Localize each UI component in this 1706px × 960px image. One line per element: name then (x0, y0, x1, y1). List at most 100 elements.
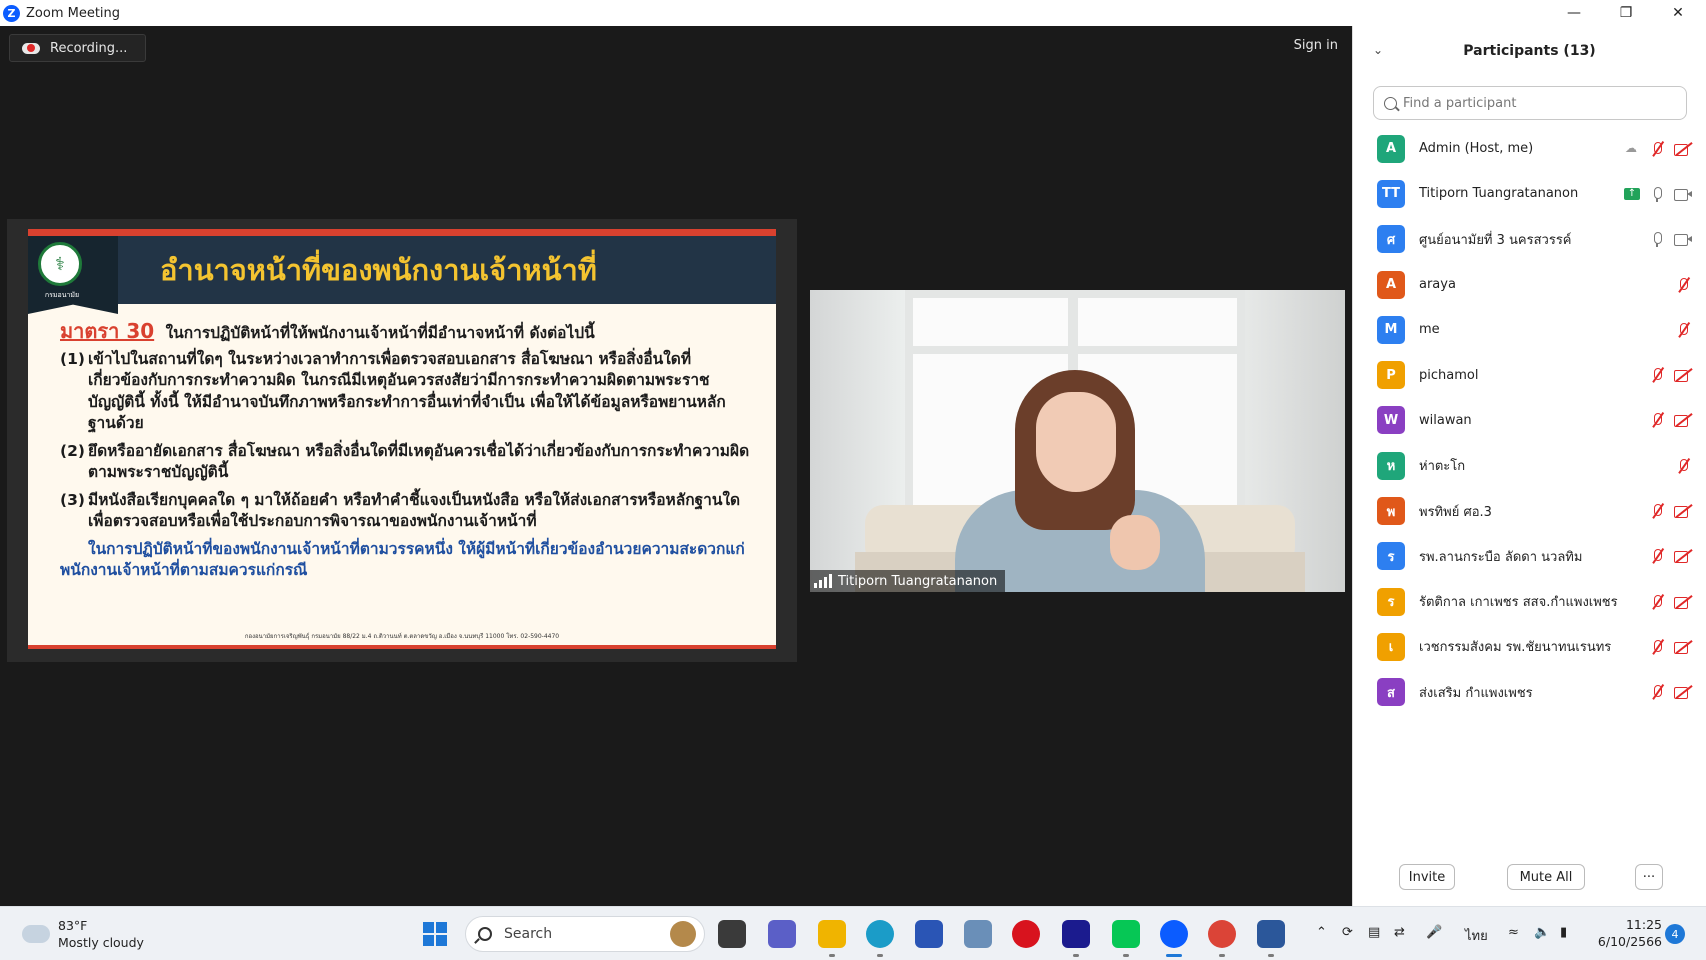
participant-status-icons: ↑ (1624, 186, 1692, 202)
slide-footer: กองอนามัยการเจริญพันธุ์ กรมอนามัย 88/22 … (244, 633, 560, 640)
participants-header: ⌄ Participants (13) (1353, 26, 1706, 76)
minimize-icon[interactable]: — (1548, 0, 1600, 26)
participant-search-input[interactable] (1403, 95, 1673, 111)
participant-row[interactable]: Mme (1353, 307, 1706, 352)
participant-row[interactable]: ส ส่งเสริม กำแพงเพชร (1353, 670, 1706, 715)
microphone-muted-icon[interactable] (1648, 639, 1666, 655)
wifi-icon[interactable]: ≈ (1508, 925, 1519, 940)
video-off-icon[interactable] (1674, 503, 1692, 519)
participant-name: รพ.ลานกระบือ ลัดดา นวลทิม (1419, 549, 1583, 565)
participant-row[interactable]: A Admin (Host, me) ☁ (1353, 126, 1706, 171)
recording-indicator[interactable]: Recording... (9, 34, 146, 62)
search-icon (478, 927, 492, 941)
opera-browser-icon[interactable] (1012, 920, 1040, 948)
sign-in-button[interactable]: Sign in (1294, 38, 1338, 53)
microphone-icon[interactable] (1648, 186, 1666, 202)
participants-footer: Invite Mute All ··· (1353, 864, 1706, 900)
shared-screen[interactable]: ⚕ กรมอนามัย อำนาจหน้าที่ของพนักงานเจ้าหน… (7, 219, 797, 662)
volume-muted-icon[interactable]: 🔈 (1534, 925, 1550, 940)
video-off-icon[interactable] (1674, 367, 1692, 383)
avatar: W (1377, 406, 1405, 435)
video-off-icon[interactable] (1674, 639, 1692, 655)
participant-row[interactable]: ร รพ.ลานกระบือ ลัดดา นวลทิม (1353, 534, 1706, 579)
video-off-icon[interactable] (1674, 548, 1692, 564)
participant-status-icons (1674, 277, 1692, 293)
microphone-muted-icon[interactable] (1648, 141, 1666, 157)
weather-temperature: 83°F (58, 918, 88, 933)
video-name-tag: Titiporn Tuangratananon (810, 570, 1006, 592)
health-emblem-icon: ⚕ (38, 242, 82, 286)
chevron-down-icon[interactable]: ⌄ (1373, 43, 1383, 57)
participant-status-icons (1648, 684, 1692, 700)
system-clock[interactable]: 11:25 6/10/2566 (1594, 916, 1662, 950)
restore-icon[interactable]: ❐ (1600, 0, 1652, 26)
line-app-icon[interactable] (1112, 920, 1140, 957)
participant-status-icons: ☁ (1622, 141, 1692, 157)
participant-status-icons (1648, 594, 1692, 610)
participant-row[interactable]: พ พรทิพย์ ศอ.3 (1353, 488, 1706, 533)
file-explorer-icon[interactable] (818, 920, 846, 957)
participant-row[interactable]: ร รัตติกาล เกาเพชร สสจ.กำแพงเพชร (1353, 579, 1706, 624)
webex-icon[interactable] (1062, 920, 1090, 957)
video-off-icon[interactable] (1674, 594, 1692, 610)
participant-search[interactable] (1373, 86, 1687, 120)
title-bar: Z Zoom Meeting — ❐ ✕ (0, 0, 1706, 26)
edge-browser-icon[interactable] (866, 920, 894, 957)
video-off-icon[interactable] (1674, 684, 1692, 700)
slide-body: มาตรา 30 ในการปฏิบัติหน้าที่ให้พนักงานเจ… (60, 320, 750, 582)
avatar: พ (1377, 497, 1405, 526)
toggle-icon[interactable]: ⇄ (1394, 925, 1405, 940)
word-app-icon[interactable] (1257, 920, 1285, 957)
participant-row[interactable]: ห ห่าตะโก (1353, 443, 1706, 488)
taskbar-search[interactable]: Search (465, 916, 705, 952)
chevron-up-icon[interactable]: ⌃ (1316, 925, 1327, 940)
invite-button[interactable]: Invite (1399, 864, 1455, 890)
microphone-muted-icon[interactable] (1648, 367, 1666, 383)
participant-row[interactable]: Aaraya (1353, 262, 1706, 307)
participant-row[interactable]: Wwilawan (1353, 398, 1706, 443)
windows-start-icon[interactable] (423, 922, 447, 946)
participant-row[interactable]: Ppichamol (1353, 352, 1706, 397)
participant-row[interactable]: TT Titiporn Tuangratananon ↑ (1353, 171, 1706, 216)
microphone-icon[interactable]: 🎤 (1426, 925, 1442, 940)
microphone-muted-icon[interactable] (1648, 503, 1666, 519)
avatar: เ (1377, 632, 1405, 661)
participant-row[interactable]: เ เวชกรรมสังคม รพ.ชัยนาทนเรนทร (1353, 624, 1706, 669)
sync-icon[interactable]: ⟳ (1342, 925, 1353, 940)
photos-app-icon[interactable] (964, 920, 992, 948)
microphone-muted-icon[interactable] (1648, 412, 1666, 428)
meter-icon[interactable]: ▤ (1368, 925, 1380, 940)
notification-badge[interactable]: 4 (1665, 924, 1685, 944)
video-icon[interactable] (1674, 231, 1692, 247)
video-icon[interactable] (1674, 186, 1692, 202)
zoom-app-icon[interactable] (1160, 920, 1188, 957)
video-off-icon[interactable] (1674, 141, 1692, 157)
battery-icon[interactable]: ▮ (1560, 925, 1567, 940)
task-view-icon[interactable] (718, 920, 746, 948)
teams-chat-icon[interactable] (768, 920, 796, 948)
microphone-muted-icon[interactable] (1674, 322, 1692, 338)
microphone-muted-icon[interactable] (1648, 684, 1666, 700)
microsoft-store-icon[interactable] (915, 920, 943, 948)
microphone-muted-icon[interactable] (1674, 277, 1692, 293)
section-text: ในการปฏิบัติหน้าที่ให้พนักงานเจ้าหน้าที่… (165, 324, 595, 342)
avatar: ร (1377, 542, 1405, 571)
speaker-video-tile[interactable]: Titiporn Tuangratananon (810, 290, 1345, 592)
weather-widget[interactable]: 83°F Mostly cloudy (22, 917, 144, 951)
more-options-button[interactable]: ··· (1635, 864, 1663, 890)
microphone-muted-icon[interactable] (1648, 594, 1666, 610)
item-text: เข้าไปในสถานที่ใดๆ ในระหว่างเวลาทำการเพื… (88, 349, 726, 433)
participant-row[interactable]: ศ ศูนย์อนามัยที่ 3 นครสวรรค์ (1353, 217, 1706, 262)
microphone-muted-icon[interactable] (1674, 458, 1692, 474)
clock-date: 6/10/2566 (1597, 934, 1662, 949)
close-icon[interactable]: ✕ (1652, 0, 1704, 26)
video-speaker-name: Titiporn Tuangratananon (838, 573, 998, 589)
microphone-icon[interactable] (1648, 231, 1666, 248)
chrome-browser-icon[interactable] (1208, 920, 1236, 957)
language-indicator[interactable]: ไทย (1465, 925, 1488, 946)
speaker-hand (1110, 515, 1160, 570)
mute-all-button[interactable]: Mute All (1507, 864, 1585, 890)
weather-description: Mostly cloudy (58, 935, 144, 950)
video-off-icon[interactable] (1674, 412, 1692, 428)
microphone-muted-icon[interactable] (1648, 548, 1666, 564)
